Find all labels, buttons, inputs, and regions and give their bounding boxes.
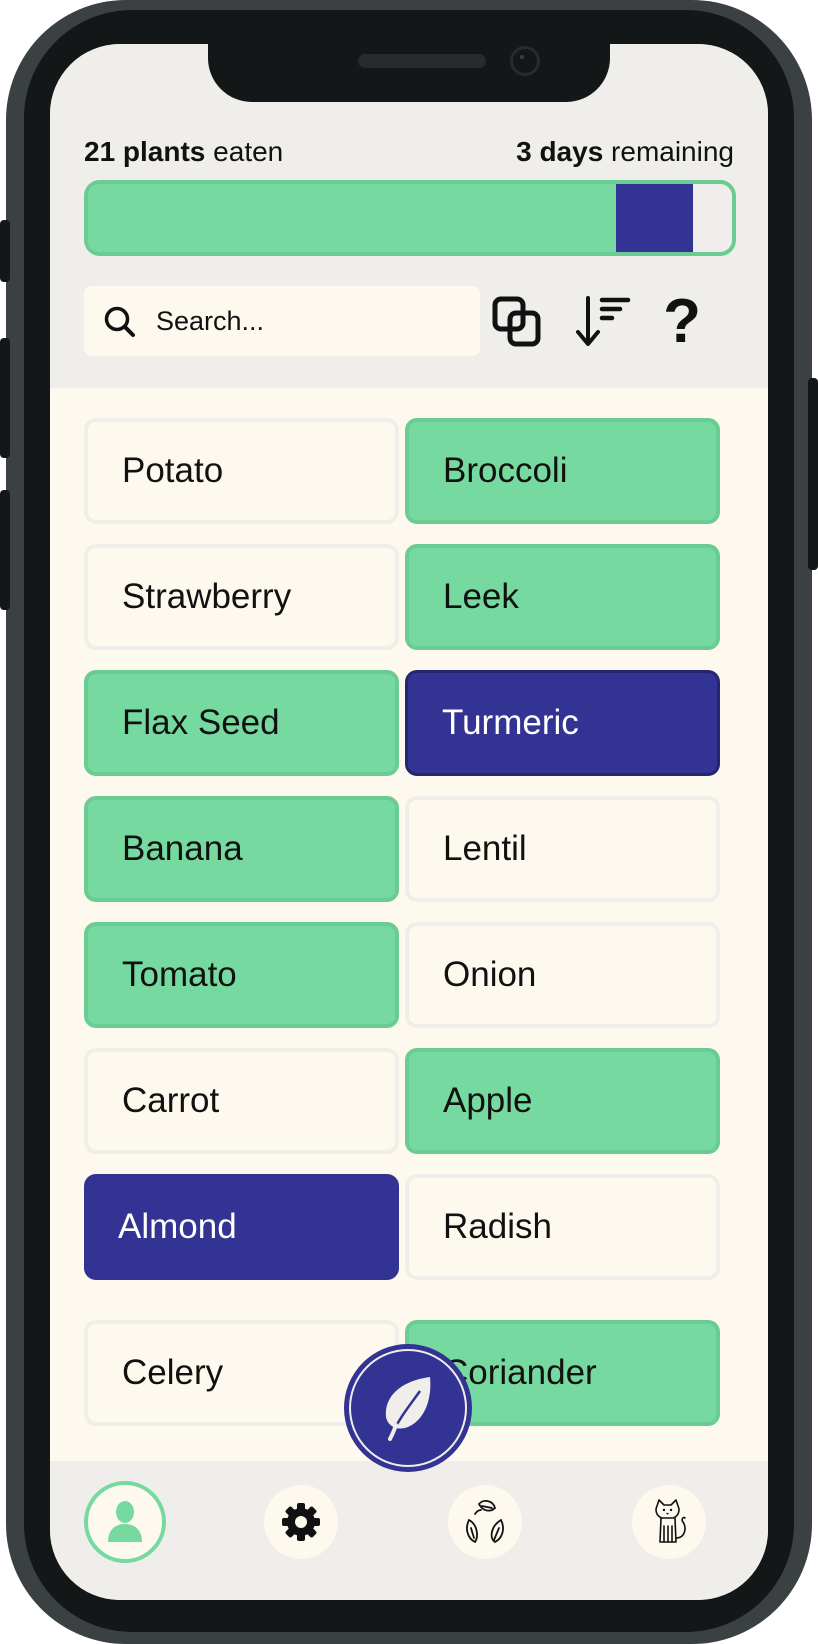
plant-card[interactable]: Turmeric	[405, 670, 720, 776]
plant-name: Flax Seed	[122, 703, 280, 742]
mute-switch	[0, 220, 10, 282]
plants-eaten-stat: 21 plants eaten	[84, 136, 283, 168]
search-box[interactable]	[84, 286, 480, 356]
cat-icon	[655, 1499, 686, 1543]
days-remaining-count: 3 days	[516, 136, 604, 167]
filter-button[interactable]	[486, 290, 550, 354]
plant-card[interactable]: Tomato	[84, 922, 399, 1028]
plant-name: Potato	[122, 451, 224, 490]
plant-card[interactable]: Broccoli	[405, 418, 720, 524]
days-remaining-stat: 3 days remaining	[516, 136, 734, 168]
plant-name: Apple	[443, 1081, 533, 1120]
plant-card[interactable]: Strawberry	[84, 544, 399, 650]
volume-down-button	[0, 490, 10, 610]
plant-name: Leek	[443, 577, 519, 616]
user-icon	[108, 1501, 142, 1542]
nav-pet-button[interactable]	[632, 1485, 706, 1559]
plant-card[interactable]: Apple	[405, 1048, 720, 1154]
plant-list: Potato Broccoli Strawberry Leek Flax Seed Tur…	[50, 388, 768, 1461]
leaf-icon	[385, 1377, 431, 1441]
volume-up-button	[0, 338, 10, 458]
search-icon	[104, 306, 135, 337]
notch	[208, 44, 610, 102]
plant-card[interactable]: Potato	[84, 418, 399, 524]
plant-card[interactable]: Flax Seed	[84, 670, 399, 776]
sort-button[interactable]	[572, 290, 636, 354]
plant-card[interactable]: Radish	[405, 1174, 720, 1280]
leaf-cycle-icon	[466, 1500, 504, 1544]
plant-name: Turmeric	[442, 703, 579, 742]
sort-descending-icon	[576, 296, 631, 346]
plant-name: Strawberry	[122, 577, 292, 616]
plants-eaten-count: 21 plants	[84, 136, 206, 167]
plant-card[interactable]: Almond	[84, 1174, 399, 1280]
plant-name: Almond	[118, 1207, 237, 1246]
plant-card[interactable]: Onion	[405, 922, 720, 1028]
nav-profile-button[interactable]	[84, 1481, 166, 1563]
plant-name: Carrot	[122, 1081, 220, 1120]
nav-recycle-button[interactable]	[448, 1485, 522, 1559]
plant-name: Lentil	[443, 829, 527, 868]
camera	[510, 46, 540, 76]
progress-eaten-fill	[88, 184, 617, 252]
plant-name: Broccoli	[443, 451, 568, 490]
plant-name: Banana	[122, 829, 243, 868]
plant-name: Celery	[122, 1353, 224, 1392]
days-remaining-label: remaining	[603, 136, 734, 167]
plant-card[interactable]: Carrot	[84, 1048, 399, 1154]
bottom-nav	[50, 1461, 768, 1600]
add-plant-fab[interactable]	[344, 1344, 472, 1472]
gear-icon	[282, 1503, 320, 1541]
filter-overlap-icon	[492, 296, 541, 347]
weekly-progress-bar	[84, 180, 736, 256]
help-icon: ?	[663, 287, 701, 356]
app-screen: 21 plants eaten 3 days remaining Search.…	[50, 44, 768, 1600]
search-input[interactable]	[156, 286, 466, 356]
plant-card[interactable]: Leek	[405, 544, 720, 650]
speaker	[358, 54, 486, 68]
help-button[interactable]: ?	[650, 290, 714, 354]
plants-eaten-label: eaten	[205, 136, 284, 167]
plant-name: Tomato	[122, 955, 237, 994]
plant-card[interactable]: Banana	[84, 796, 399, 902]
plant-name: Onion	[443, 955, 537, 994]
nav-settings-button[interactable]	[264, 1485, 338, 1559]
power-button	[808, 378, 818, 570]
progress-today-fill	[616, 184, 694, 252]
plant-name: Radish	[443, 1207, 552, 1246]
plant-card[interactable]: Lentil	[405, 796, 720, 902]
